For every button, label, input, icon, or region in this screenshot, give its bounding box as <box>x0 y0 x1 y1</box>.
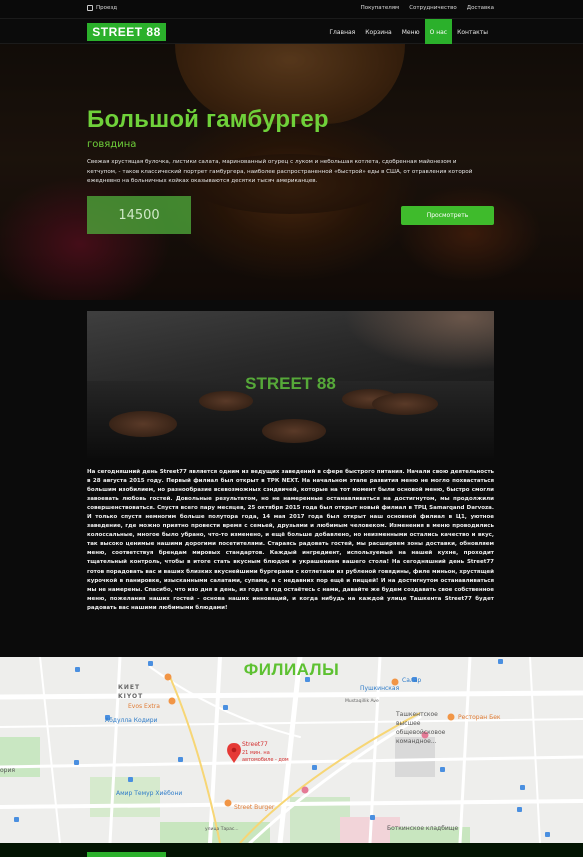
map-label-pin-title[interactable]: Street77 <box>242 741 268 748</box>
map-label-mustaqillik: Mustaqillik Ave <box>345 699 379 704</box>
map-icon <box>87 5 93 11</box>
grill-patty <box>262 419 326 443</box>
utility-link-delivery[interactable]: Доставка <box>467 5 494 11</box>
nav-item-cart[interactable]: Корзина <box>360 19 396 45</box>
price-badge: 14500 <box>87 196 191 234</box>
map-label-tashkent-school-3: общевойсковое <box>396 729 446 736</box>
about-text: На сегодняшний день Street77 является од… <box>87 469 494 611</box>
map-label-tashkent-school-1: Ташкентское <box>396 711 438 718</box>
view-button[interactable]: Просмотреть <box>401 206 494 225</box>
hero-description: Свежая хрустящая булочка, листики салата… <box>87 159 473 184</box>
grill-patty <box>372 393 438 415</box>
map-label-street: улица Тарас... <box>205 827 239 832</box>
map-label-salar: Салар <box>402 677 422 684</box>
page: Проезд Покупателям Сотрудничество Достав… <box>0 0 583 857</box>
grill-patty <box>109 411 177 437</box>
map-label-pushkin: Пушкинская <box>360 685 400 692</box>
footer-logo[interactable] <box>87 852 166 857</box>
map-label-amir: Амир Темур Хиёбони <box>116 790 183 797</box>
map-label-tashkent-school-2: высшее <box>396 720 421 727</box>
branches-map[interactable]: КИЕТ KIYOT Evos Extra Абдулла Кодири Ами… <box>0 657 583 843</box>
map-label-street-burger: Street Burger <box>234 804 275 811</box>
chef-hand <box>344 311 494 371</box>
grill-patty <box>199 391 253 411</box>
nav-item-about[interactable]: О нас <box>424 19 453 45</box>
promo-video[interactable]: STREET 88 <box>87 311 494 458</box>
hero-banner: Большой гамбургер говядина Свежая хрустя… <box>0 44 583 300</box>
hero-title: Большой гамбургер <box>87 106 329 133</box>
utility-bar: Проезд Покупателям Сотрудничество Достав… <box>0 0 583 18</box>
utility-links: Покупателям Сотрудничество Доставка <box>361 5 494 11</box>
hero-subtitle: говядина <box>87 139 137 150</box>
nav-item-home[interactable]: Главная <box>324 19 360 45</box>
main-nav: STREET 88 Главная Корзина Меню О нас Кон… <box>0 18 583 45</box>
location-link[interactable]: Проезд <box>87 5 117 11</box>
utility-link-cooperation[interactable]: Сотрудничество <box>409 5 457 11</box>
logo[interactable]: STREET 88 <box>87 23 166 41</box>
map-label-restoran: Ресторан Бек <box>458 714 501 721</box>
utility-link-customers[interactable]: Покупателям <box>361 5 400 11</box>
map-label-oriya: ория <box>0 767 15 774</box>
location-label: Проезд <box>96 5 118 11</box>
nav-item-menu[interactable]: Меню <box>397 19 425 45</box>
map-label-pin-sub1: 21 мин. на <box>242 750 270 756</box>
map-label-kiyot: KIYOT <box>118 693 144 700</box>
map-label-abdulla: Абдулла Кодири <box>105 717 158 724</box>
map-label-tashkent-school-4: командное... <box>396 738 437 745</box>
hero-content: Большой гамбургер говядина Свежая хрустя… <box>0 44 583 300</box>
map-label-botkin: Боткинское кладбище <box>387 825 459 832</box>
map-canvas <box>0 657 583 843</box>
nav-item-contacts[interactable]: Контакты <box>452 19 493 45</box>
video-brand: STREET 88 <box>245 374 336 393</box>
footer <box>0 843 583 857</box>
map-label-kiet: КИЕТ <box>118 684 141 691</box>
map-label-evos: Evos Extra <box>128 703 160 710</box>
nav-menu: Главная Корзина Меню О нас Контакты <box>324 19 493 45</box>
map-label-pin-sub2: автомобиле - дом <box>242 757 289 763</box>
